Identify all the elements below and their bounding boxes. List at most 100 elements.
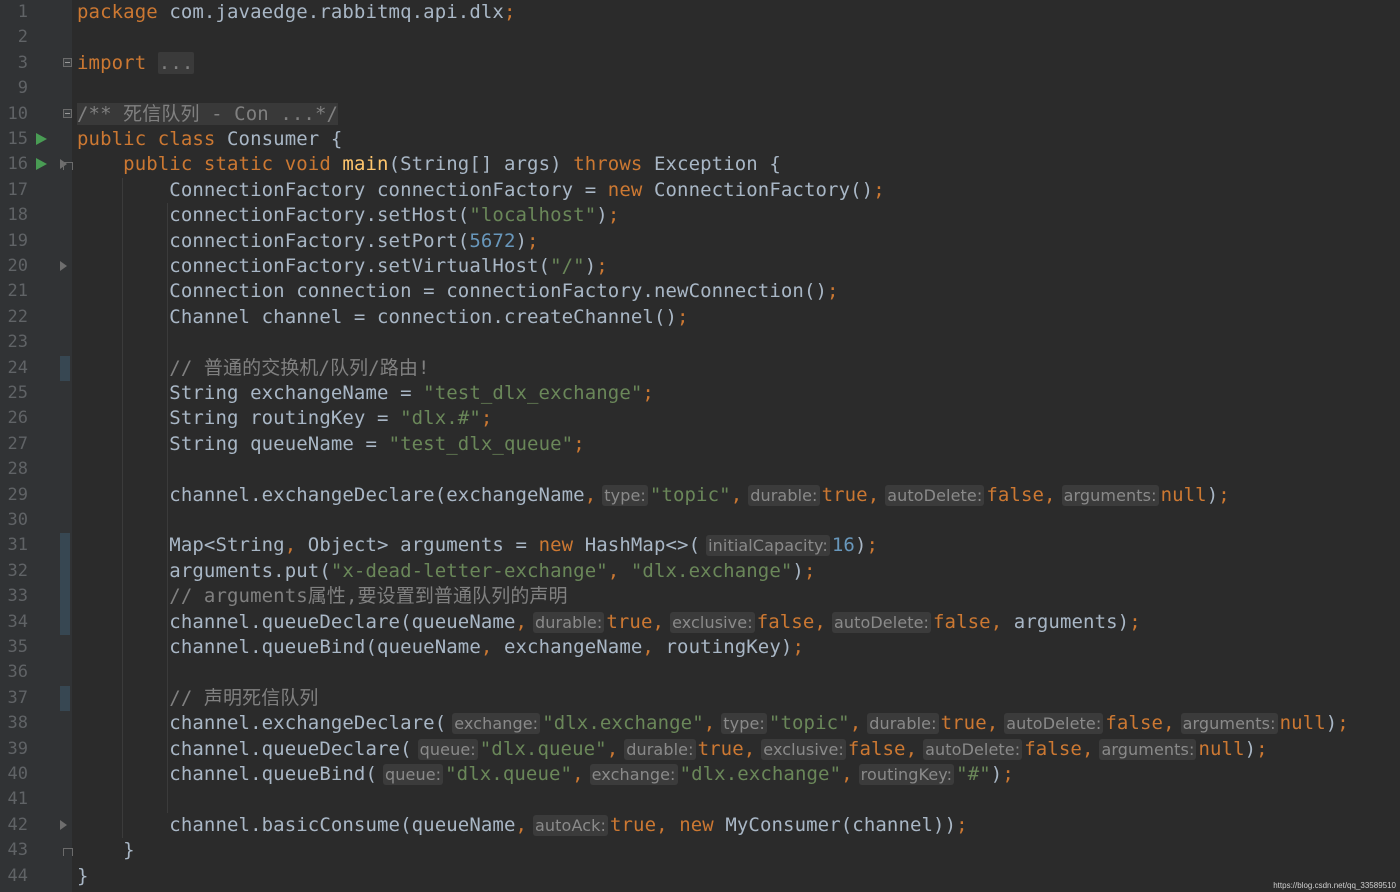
fold-end-icon[interactable]: [63, 162, 73, 171]
code-line[interactable]: channel.queueDeclare(queue: "dlx.queue", d…: [77, 737, 1268, 762]
code-token: Exception {: [653, 153, 781, 176]
code-token: ,: [743, 737, 756, 760]
fold-toggle-icon[interactable]: [63, 108, 72, 118]
code-token: arguments): [1013, 610, 1130, 633]
line-number: 18: [7, 205, 28, 226]
code-line[interactable]: /** 死信队列 - Con ...*/: [77, 102, 339, 127]
code-token: ): [854, 534, 867, 557]
code-token: new: [679, 813, 726, 836]
code-line[interactable]: Channel channel = connection.createChann…: [77, 305, 689, 330]
code-token: ;: [1218, 483, 1230, 506]
code-line[interactable]: public static void main(String[] args) t…: [77, 152, 781, 177]
run-gutter-icon[interactable]: [36, 133, 47, 145]
code-token: ;: [480, 407, 493, 430]
gutter-line: 1: [0, 0, 72, 25]
gutter-line: 39: [0, 737, 72, 762]
fold-end-icon[interactable]: [63, 848, 73, 857]
code-token: ;: [573, 432, 585, 455]
code-token: ;: [792, 636, 804, 658]
code-line[interactable]: channel.queueBind(queueName, exchangeNam…: [77, 635, 804, 660]
code-token: ,: [849, 712, 862, 735]
code-line[interactable]: }: [77, 864, 89, 889]
code-line[interactable]: // 普通的交换机/队列/路由!: [77, 356, 430, 381]
code-token: main: [342, 153, 389, 176]
code-line[interactable]: // 声明死信队列: [77, 686, 319, 711]
code-token: ;: [1256, 737, 1268, 760]
code-token: ,: [572, 763, 584, 785]
code-line[interactable]: channel.exchangeDeclare(exchangeName, typ…: [77, 483, 1230, 508]
gutter-line: 36: [0, 660, 72, 685]
code-token: "#": [956, 763, 991, 785]
code-line[interactable]: }: [77, 838, 135, 863]
fold-arrow-icon[interactable]: [60, 261, 67, 271]
folded-region[interactable]: ...: [157, 51, 195, 74]
code-line[interactable]: String routingKey = "dlx.#";: [77, 406, 492, 431]
gutter-line: 20: [0, 254, 72, 279]
gutter-line: 18: [0, 203, 72, 228]
code-line[interactable]: connectionFactory.setHost("localhost");: [77, 203, 619, 228]
code-line[interactable]: package com.javaedge.rabbitmq.api.dlx;: [77, 0, 516, 25]
code-token: Consumer {: [227, 128, 343, 150]
code-line[interactable]: import ...: [77, 51, 195, 76]
parameter-hint: durable:: [748, 484, 820, 506]
code-token: // 普通的交换机/队列/路由!: [77, 356, 430, 379]
code-token: ,: [480, 636, 504, 658]
fold-toggle-icon[interactable]: [63, 57, 72, 67]
line-number: 35: [7, 637, 28, 657]
code-token: "topic": [768, 712, 850, 735]
parameter-hint: initialCapacity:: [706, 535, 830, 557]
gutter-line: 33: [0, 584, 72, 609]
code-line[interactable]: channel.exchangeDeclare(exchange: "dlx.ex…: [77, 711, 1349, 736]
code-token: ;: [1002, 763, 1014, 785]
line-number: 34: [7, 611, 28, 632]
code-line[interactable]: channel.queueBind(queue: "dlx.queue", exch…: [77, 762, 1014, 787]
line-number: 22: [7, 306, 28, 327]
code-token: ,: [730, 483, 743, 506]
code-editor[interactable]: 1 2 3 9 10 15 16 17 18 19 20 21 22 23 24 25 26 27 28 29 30 31…: [0, 0, 1400, 892]
code-token: ,: [814, 610, 826, 633]
code-line[interactable]: channel.queueDeclare(queueName, durable: t…: [77, 610, 1141, 635]
line-number: 25: [7, 383, 28, 403]
code-token: ,: [515, 610, 528, 633]
code-token: "dlx.queue": [479, 737, 607, 760]
line-number: 28: [7, 459, 28, 480]
code-line[interactable]: arguments.put("x-dead-letter-exchange", …: [77, 559, 816, 584]
code-token: ;: [607, 204, 620, 227]
fold-arrow-icon[interactable]: [60, 819, 67, 830]
code-line[interactable]: // arguments属性,要设置到普通队列的声明: [77, 584, 568, 609]
gutter-line: 31: [0, 533, 72, 558]
code-token: ConnectionFactory connectionFactory =: [77, 178, 608, 201]
gutter-line: 41: [0, 787, 72, 812]
code-token: "dlx.queue": [445, 763, 573, 785]
code-token: package: [77, 1, 170, 23]
code-token: routingKey): [665, 636, 793, 658]
code-line[interactable]: Connection connection = connectionFactor…: [77, 279, 839, 304]
code-line[interactable]: public class Consumer {: [77, 127, 342, 152]
gutter-line: 28: [0, 457, 72, 482]
line-number: 10: [7, 103, 28, 124]
folded-region[interactable]: /** 死信队列 - Con ...*/: [77, 102, 339, 125]
code-line[interactable]: String queueName = "test_dlx_queue";: [77, 432, 585, 457]
code-token: Channel channel = connection.createChann…: [77, 305, 678, 328]
run-gutter-icon[interactable]: [36, 158, 47, 171]
gutter-line: 21: [0, 279, 72, 304]
code-line[interactable]: channel.basicConsume(queueName, autoAck: t…: [77, 813, 968, 838]
code-token: MyConsumer(channel)): [725, 813, 957, 836]
code-line[interactable]: connectionFactory.setVirtualHost("/");: [77, 254, 608, 279]
code-token: false: [756, 610, 815, 633]
code-line[interactable]: Map<String, Object> arguments = new Hash…: [77, 533, 878, 558]
line-number: 29: [7, 484, 28, 505]
gutter-line: 42: [0, 813, 72, 838]
parameter-hint: type:: [721, 713, 767, 735]
code-token: ): [990, 763, 1003, 785]
code-area[interactable]: package com.javaedge.rabbitmq.api.dlx; im…: [77, 0, 1400, 892]
code-token: channel.exchangeDeclare(: [77, 712, 447, 735]
code-token: true: [697, 737, 744, 760]
code-token: public class: [77, 128, 228, 150]
code-line[interactable]: String exchangeName = "test_dlx_exchange…: [77, 381, 654, 406]
code-line[interactable]: connectionFactory.setPort(5672);: [77, 229, 539, 254]
code-line[interactable]: ConnectionFactory connectionFactory = ne…: [77, 178, 885, 203]
gutter-line: 10: [0, 102, 72, 127]
code-token: ,: [1163, 712, 1175, 735]
